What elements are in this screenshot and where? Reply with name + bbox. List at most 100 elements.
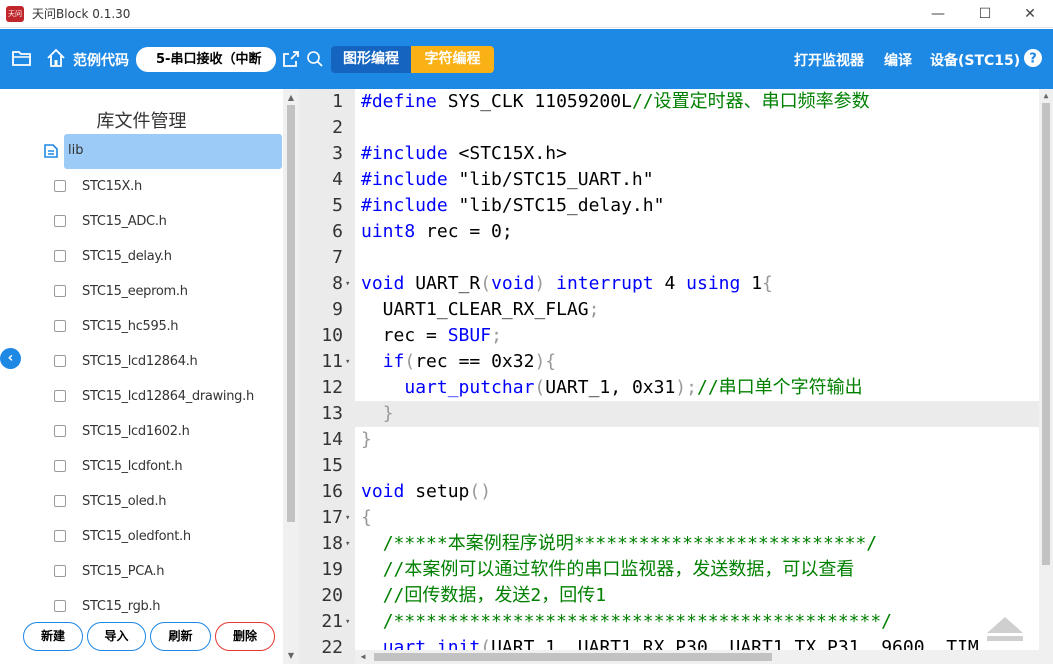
fold-toggle-icon[interactable]: ▾: [345, 349, 350, 375]
file-item[interactable]: STC15_hc595.h: [54, 316, 179, 336]
import-button[interactable]: 导入: [87, 622, 146, 651]
scroll-down-arrow-icon[interactable]: ▼: [283, 649, 299, 663]
code-line[interactable]: 5 #include "lib/STC15_delay.h": [299, 193, 1039, 219]
line-number: 16: [321, 481, 343, 502]
code-line[interactable]: 20 //回传数据，发送2，回传1: [299, 583, 1039, 609]
file-item[interactable]: STC15_delay.h: [54, 246, 172, 266]
help-icon[interactable]: ?: [1023, 48, 1043, 68]
refresh-button[interactable]: 刷新: [150, 622, 211, 651]
code-text: #include "lib/STC15_UART.h": [361, 169, 654, 190]
device-button[interactable]: 设备(STC15): [930, 50, 1020, 70]
file-checkbox[interactable]: [54, 600, 66, 612]
code-line[interactable]: 2: [299, 115, 1039, 141]
code-line[interactable]: 16 void setup(): [299, 479, 1039, 505]
file-item[interactable]: STC15_eeprom.h: [54, 281, 188, 301]
file-checkbox[interactable]: [54, 285, 66, 297]
file-item[interactable]: STC15X.h: [54, 176, 142, 196]
file-label: STC15_PCA.h: [82, 563, 165, 579]
code-line[interactable]: 6 uint8 rec = 0;: [299, 219, 1039, 245]
fold-toggle-icon[interactable]: ▾: [345, 505, 350, 531]
collapse-panel-button[interactable]: ‹: [0, 348, 21, 369]
file-checkbox[interactable]: [54, 355, 66, 367]
code-line[interactable]: 13 }: [299, 401, 1039, 427]
file-label: STC15_lcdfont.h: [82, 458, 183, 474]
file-checkbox[interactable]: [54, 390, 66, 402]
code-line[interactable]: 8 ▾ void UART_R(void) interrupt 4 using 1{: [299, 271, 1039, 297]
code-editor[interactable]: 1 #define SYS_CLK 11059200L//设置定时器、串口频率参数…: [299, 89, 1053, 664]
new-file-button[interactable]: 新建: [23, 622, 83, 651]
graphic-mode-button[interactable]: 图形编程: [331, 46, 411, 73]
lib-folder-item[interactable]: lib: [44, 134, 282, 169]
line-number: 2: [332, 117, 343, 138]
file-checkbox[interactable]: [54, 495, 66, 507]
file-label: STC15_lcd12864_drawing.h: [82, 388, 254, 404]
compile-button[interactable]: 编译: [884, 50, 912, 70]
file-item[interactable]: STC15_rgb.h: [54, 596, 161, 616]
file-item[interactable]: STC15_PCA.h: [54, 561, 165, 581]
code-line[interactable]: 17 ▾ {: [299, 505, 1039, 531]
file-label: STC15_rgb.h: [82, 598, 161, 614]
file-checkbox[interactable]: [54, 565, 66, 577]
file-checkbox[interactable]: [54, 215, 66, 227]
editor-vertical-thumb[interactable]: [1042, 103, 1050, 565]
code-line[interactable]: 11 ▾ if(rec == 0x32){: [299, 349, 1039, 375]
code-text: uart_putchar(UART_1, 0x31);//串口单个字符输出: [404, 377, 863, 398]
code-line[interactable]: 4 #include "lib/STC15_UART.h": [299, 167, 1039, 193]
file-item[interactable]: STC15_lcd1602.h: [54, 421, 190, 441]
open-monitor-button[interactable]: 打开监视器: [794, 50, 864, 70]
code-line[interactable]: 12 uart_putchar(UART_1, 0x31);//串口单个字符输出: [299, 375, 1039, 401]
fold-toggle-icon[interactable]: ▾: [345, 609, 350, 635]
minimize-button[interactable]: —: [915, 0, 961, 28]
file-item[interactable]: STC15_oled.h: [54, 491, 166, 511]
file-checkbox[interactable]: [54, 250, 66, 262]
line-number: 9: [332, 299, 343, 320]
code-line[interactable]: 7: [299, 245, 1039, 271]
fold-toggle-icon[interactable]: ▾: [345, 271, 350, 297]
file-checkbox[interactable]: [54, 530, 66, 542]
code-line[interactable]: 3 #include <STC15X.h>: [299, 141, 1039, 167]
file-checkbox[interactable]: [54, 425, 66, 437]
code-line[interactable]: 21 ▾ /***********************************…: [299, 609, 1039, 635]
fold-toggle-icon[interactable]: ▾: [345, 531, 350, 557]
examples-label[interactable]: 范例代码: [73, 50, 129, 70]
code-line[interactable]: 1 #define SYS_CLK 11059200L//设置定时器、串口频率参数: [299, 89, 1039, 115]
code-text: /***************************************…: [382, 611, 893, 632]
file-item[interactable]: STC15_ADC.h: [54, 211, 167, 231]
arrow-up-icon[interactable]: [985, 615, 1025, 643]
delete-button[interactable]: 删除: [215, 622, 275, 651]
library-title: 库文件管理: [96, 111, 187, 132]
share-icon[interactable]: [282, 50, 300, 68]
search-icon[interactable]: [306, 50, 324, 68]
file-item[interactable]: STC15_lcd12864.h: [54, 351, 198, 371]
library-scroll-thumb[interactable]: [287, 105, 295, 522]
code-line[interactable]: 14}: [299, 427, 1039, 453]
scroll-up-arrow-icon[interactable]: ▲: [283, 91, 299, 105]
file-checkbox[interactable]: [54, 320, 66, 332]
code-line[interactable]: 10 rec = SBUF;: [299, 323, 1039, 349]
editor-scroll-left-icon[interactable]: ◀: [357, 652, 369, 661]
code-line[interactable]: 9 UART1_CLEAR_RX_FLAG;: [299, 297, 1039, 323]
maximize-button[interactable]: ☐: [962, 0, 1008, 28]
editor-horizontal-thumb[interactable]: [374, 653, 772, 661]
minimize-icon: —: [931, 6, 945, 22]
code-line[interactable]: 19 //本案例可以通过软件的串口监视器，发送数据，可以查看: [299, 557, 1039, 583]
home-icon[interactable]: [46, 48, 66, 68]
example-select[interactable]: 5-串口接收（中断: [136, 47, 276, 72]
line-number: 3: [332, 143, 343, 164]
editor-scroll-up-icon[interactable]: ▲: [1039, 91, 1053, 100]
file-checkbox[interactable]: [54, 180, 66, 192]
line-number: 20: [321, 585, 343, 606]
file-label: STC15_delay.h: [82, 248, 172, 264]
text-mode-button[interactable]: 字符编程: [411, 46, 494, 73]
file-item[interactable]: STC15_oledfont.h: [54, 526, 191, 546]
folder-open-icon[interactable]: [12, 49, 32, 67]
file-checkbox[interactable]: [54, 460, 66, 472]
close-icon: ✕: [1024, 6, 1036, 22]
code-text: UART1_CLEAR_RX_FLAG;: [361, 299, 600, 320]
file-item[interactable]: STC15_lcdfont.h: [54, 456, 183, 476]
app-logo: 天问: [6, 5, 24, 22]
file-item[interactable]: STC15_lcd12864_drawing.h: [54, 386, 254, 406]
code-line[interactable]: 15: [299, 453, 1039, 479]
code-line[interactable]: 18 ▾ /*****本案例程序说明***********************…: [299, 531, 1039, 557]
close-button[interactable]: ✕: [1007, 0, 1053, 28]
